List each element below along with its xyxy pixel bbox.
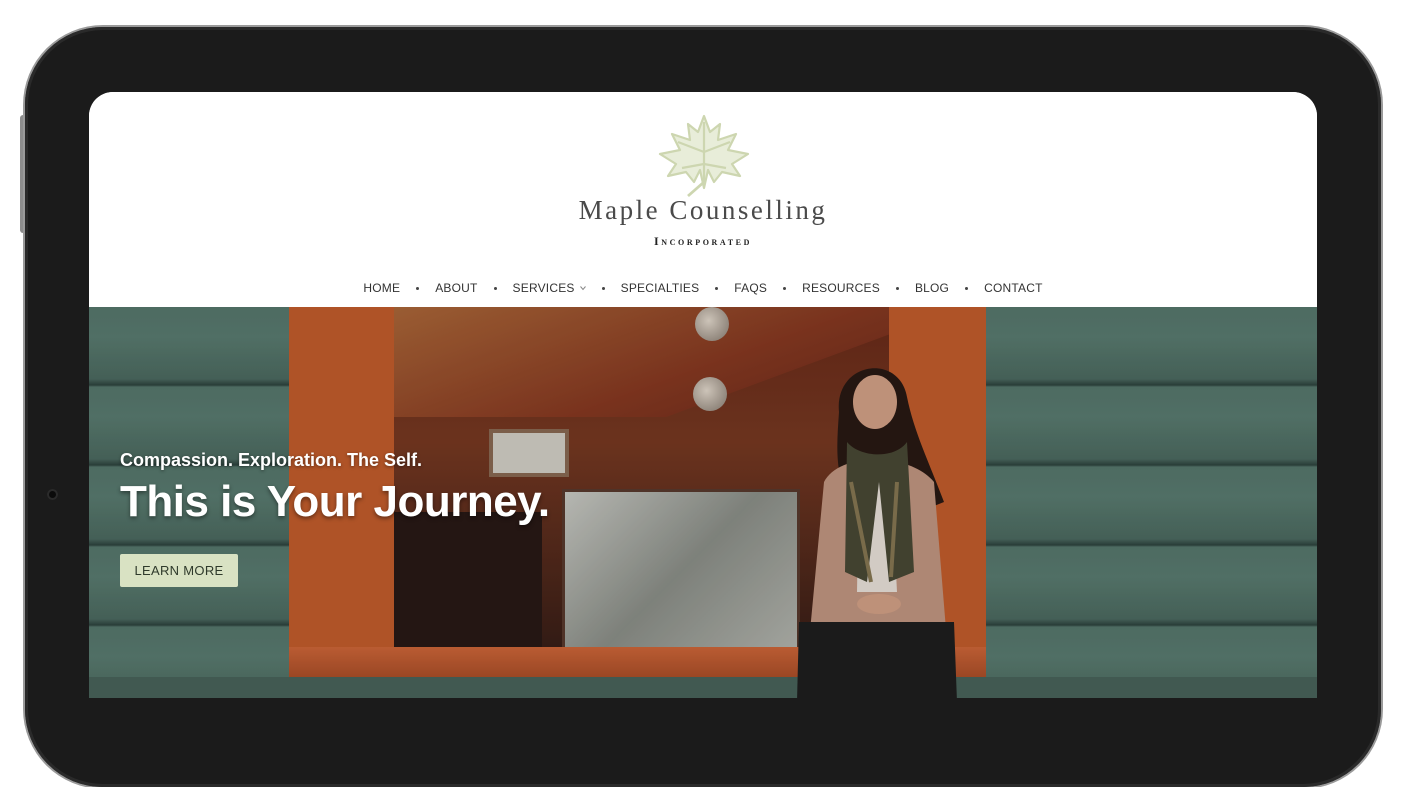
nav-item-label: SPECIALTIES bbox=[620, 281, 700, 295]
nav-item-contact[interactable]: CONTACT bbox=[984, 281, 1043, 295]
brand-subtitle: Incorporated bbox=[654, 234, 752, 248]
nav-separator bbox=[783, 286, 787, 290]
nav-item-label: FAQS bbox=[734, 281, 768, 295]
main-nav: HOME ABOUT SERVICES SPECIALTIES FAQS RES… bbox=[89, 278, 1317, 298]
nav-item-home[interactable]: HOME bbox=[363, 281, 400, 295]
hero-headline: This is Your Journey. bbox=[120, 477, 550, 526]
nav-item-label: SERVICES bbox=[512, 281, 575, 295]
tablet-camera bbox=[47, 489, 58, 500]
nav-separator bbox=[601, 286, 605, 290]
nav-item-services[interactable]: SERVICES bbox=[513, 281, 586, 295]
hero-tagline: Compassion. Exploration. The Self. bbox=[120, 450, 423, 470]
nav-separator bbox=[493, 286, 497, 290]
nav-item-label: HOME bbox=[363, 281, 401, 295]
nav-separator bbox=[895, 286, 899, 290]
website-screen: Maple Counselling Incorporated HOME ABOU… bbox=[89, 92, 1317, 698]
nav-item-about[interactable]: ABOUT bbox=[435, 281, 477, 295]
nav-item-label: RESOURCES bbox=[802, 281, 880, 295]
hero-banner: Compassion. Exploration. The Self. This … bbox=[89, 307, 1317, 698]
nav-item-resources[interactable]: RESOURCES bbox=[802, 281, 880, 295]
site-header: Maple Counselling Incorporated HOME ABOU… bbox=[89, 92, 1317, 307]
maple-leaf-icon[interactable] bbox=[652, 112, 756, 198]
nav-item-label: BLOG bbox=[914, 281, 950, 295]
nav-item-faqs[interactable]: FAQS bbox=[734, 281, 767, 295]
chevron-down-icon bbox=[579, 286, 586, 291]
learn-more-button[interactable]: LEARN MORE bbox=[120, 554, 238, 587]
nav-item-label: ABOUT bbox=[435, 281, 478, 295]
nav-separator bbox=[715, 286, 719, 290]
nav-item-specialties[interactable]: SPECIALTIES bbox=[621, 281, 700, 295]
brand-name: Maple Counselling bbox=[578, 195, 828, 225]
nav-separator bbox=[965, 286, 969, 290]
nav-separator bbox=[416, 286, 420, 290]
nav-item-label: CONTACT bbox=[984, 281, 1043, 295]
nav-item-blog[interactable]: BLOG bbox=[915, 281, 949, 295]
